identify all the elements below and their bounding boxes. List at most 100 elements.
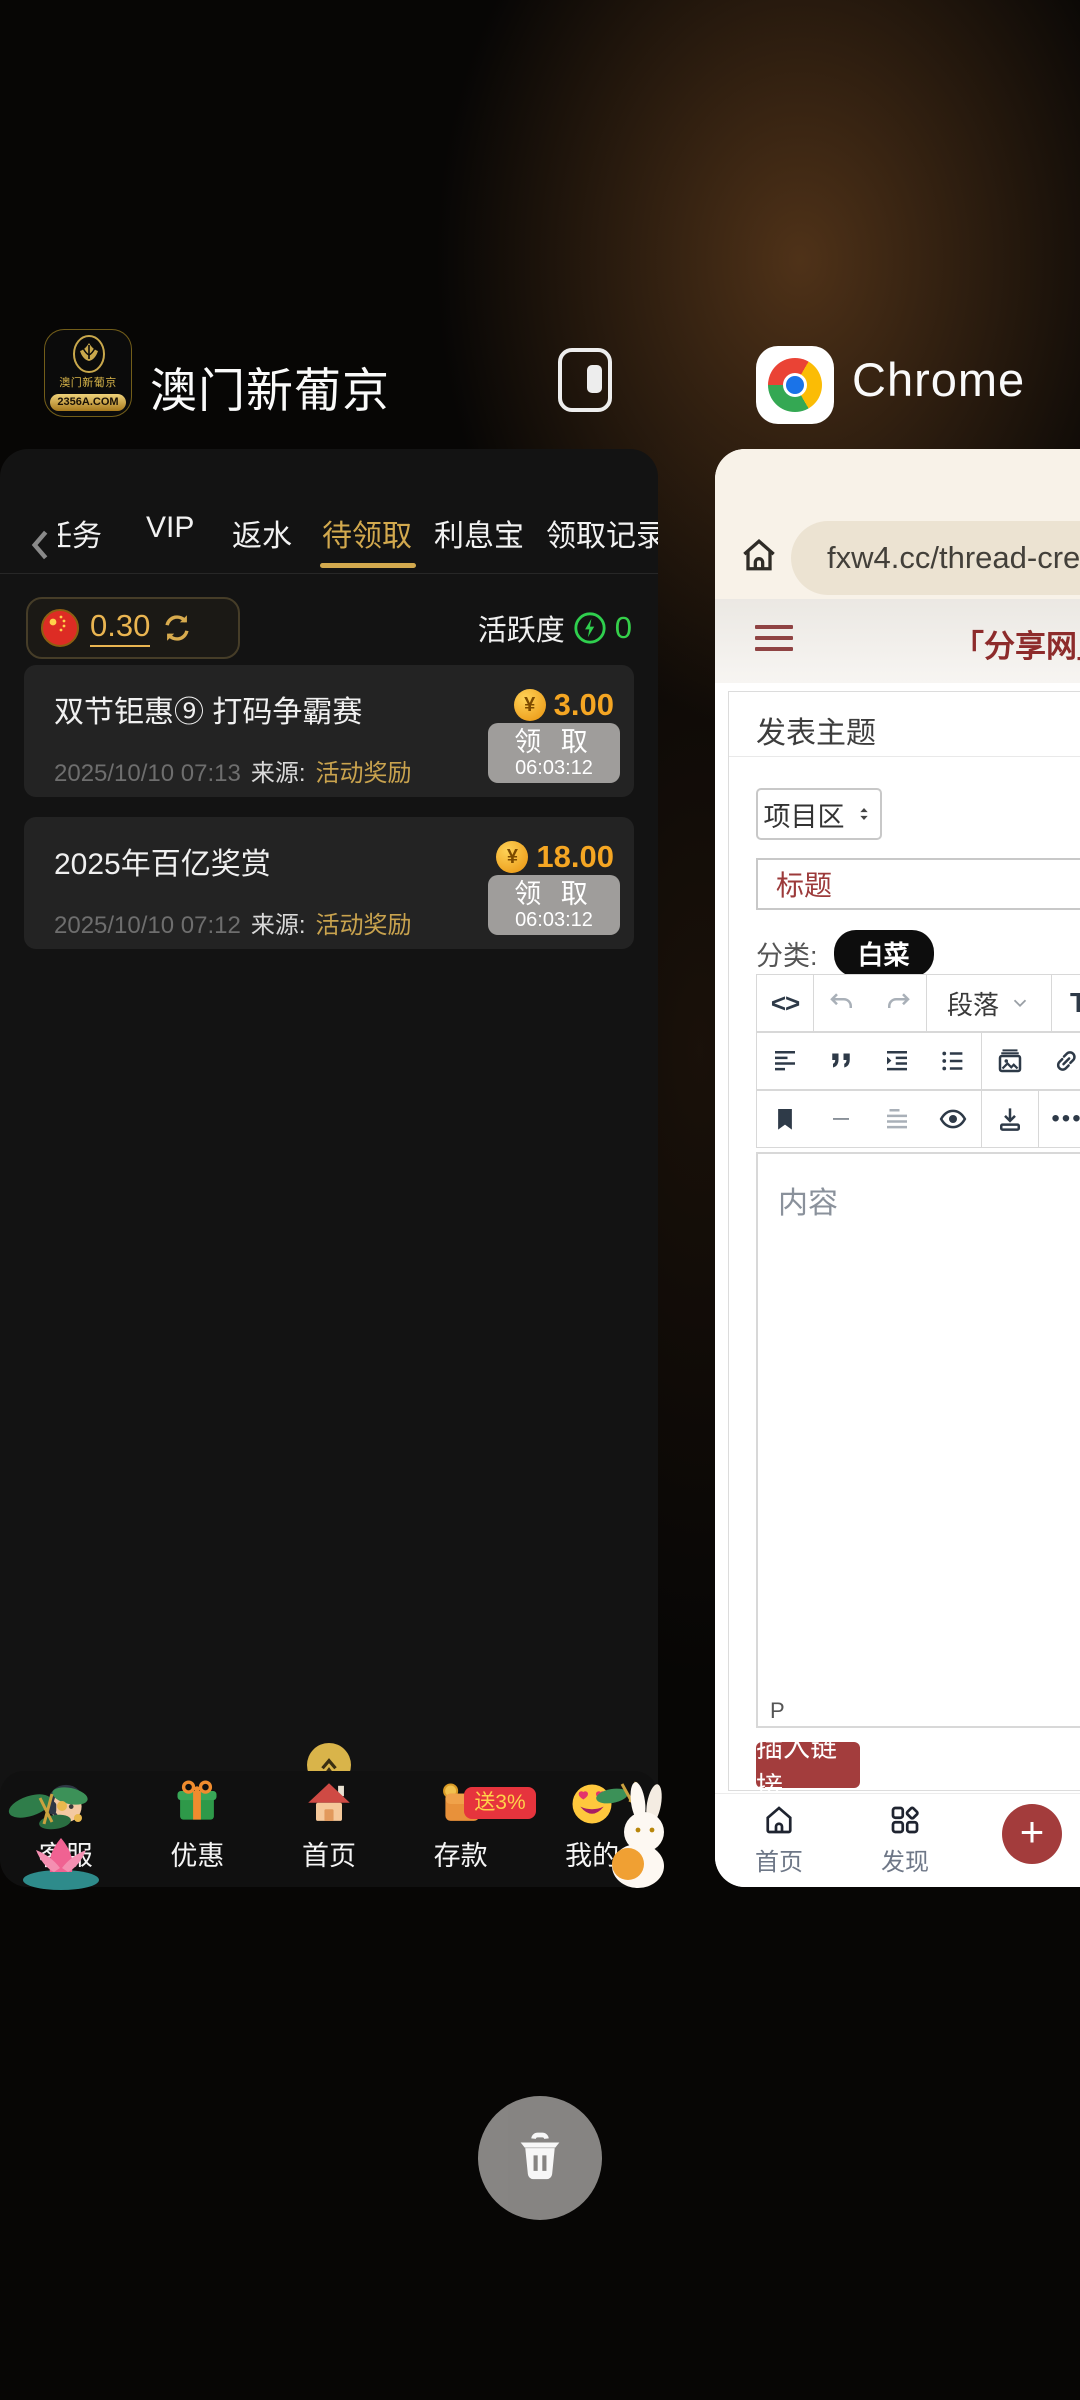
balance-pill[interactable]: 0.30 [26,597,240,659]
detail-list-button[interactable] [869,1091,925,1147]
casino-task-card[interactable]: 任务 VIP 返水 待领取 利息宝 领取记录 0.30 活跃度 [0,449,658,1887]
site-nav-home[interactable]: 首页 [734,1802,824,1877]
tab-dailingqu-active[interactable]: 待领取 [322,511,412,555]
url-text: fxw4.cc/thread-create [827,540,1080,576]
blockquote-button[interactable] [813,1033,869,1089]
claim-button[interactable]: 领 取 06:03:12 [488,723,620,783]
reward-title: 双节钜惠⑨ 打码争霸赛 [54,687,362,731]
deposit-badge: 送3% [464,1787,536,1819]
gift-icon [171,1778,223,1830]
editor-toolbar-row1: <> 段落 T [756,974,1080,1032]
tab-lixibao[interactable]: 利息宝 [434,511,524,555]
section-header: 发表主题 [729,692,1080,757]
editor-toolbar-row2 [756,1032,1080,1090]
bullet-list-button[interactable] [925,1033,981,1089]
select-arrows-icon [853,803,875,825]
tab-vip[interactable]: VIP [146,511,194,545]
site-nav-discover[interactable]: 发现 [860,1802,950,1877]
cn-flag-icon [40,608,80,648]
claim-button[interactable]: 领 取 06:03:12 [488,875,620,935]
site-title: 「分享网」项 [953,621,1080,666]
title-input[interactable]: 标题 [756,858,1080,910]
reward-card: 2025年百亿奖赏 ¥ 18.00 2025/10/10 07:12 来源: 活… [24,817,634,949]
activity-row: 活跃度 0 [478,597,632,659]
browser-toolbar: fxw4.cc/thread-create [715,449,1080,599]
casino-app-icon[interactable]: 澳门新葡京 2356A.COM [44,329,132,417]
casino-app-icon-domain: 2356A.COM [50,394,126,411]
chrome-logo-icon [768,358,822,412]
new-post-fab[interactable]: + [1002,1804,1062,1864]
tab-fanshui[interactable]: 返水 [232,511,292,555]
category-label: 分类: [756,934,818,973]
chevron-down-icon [1009,992,1031,1014]
reward-source: 活动奖励 [316,905,412,940]
menu-icon[interactable] [755,625,793,658]
activity-value: 0 [615,610,632,646]
site-bottom-nav: 首页 发现 + [715,1793,1080,1887]
insert-link-icon-button[interactable] [1038,1033,1080,1089]
editor-toolbar-row3: — ••• [756,1090,1080,1148]
coin-icon: ¥ [496,841,528,873]
more-tools-button[interactable]: ••• [1039,1091,1080,1147]
code-view-button[interactable]: <> [757,975,813,1031]
reward-date: 2025/10/10 07:12 [54,912,241,940]
home-outline-icon [761,1802,797,1838]
activity-bolt-icon [573,611,607,645]
url-bar[interactable]: fxw4.cc/thread-create [791,521,1080,595]
chrome-app-icon[interactable] [756,346,834,424]
content-editor[interactable]: 内容 [756,1152,1080,1698]
claim-countdown: 06:03:12 [515,909,593,931]
reward-date: 2025/10/10 07:13 [54,760,241,788]
tab-lingqujilu[interactable]: 领取记录 [546,511,658,555]
undo-button[interactable] [814,975,870,1031]
chrome-app-title: Chrome [852,352,1025,407]
preview-eye-button[interactable] [925,1091,981,1147]
rabbit-decoration [592,1780,676,1890]
nav-item-shouye[interactable]: 首页 [263,1771,395,1887]
paragraph-style-dropdown[interactable]: 段落 [927,975,1051,1031]
split-screen-icon [587,365,602,393]
refresh-icon[interactable] [160,611,194,645]
insert-image-button[interactable] [982,1033,1038,1089]
bookmark-button[interactable] [757,1091,813,1147]
casino-app-icon-name: 澳门新葡京 [45,374,131,390]
split-screen-button[interactable] [558,348,612,412]
clear-all-button[interactable] [478,2096,602,2220]
activity-label: 活跃度 [478,607,565,649]
coin-icon: ¥ [514,689,546,721]
casino-app-title: 澳门新葡京 [150,352,390,421]
category-row: 分类: 白菜 [756,930,934,977]
category-pill[interactable]: 白菜 [834,930,934,977]
recents-screen: 澳门新葡京 2356A.COM 澳门新葡京 Chrome 任务 VIP 返水 待… [0,0,1080,2400]
insert-link-button[interactable]: 插入链接 [756,1742,860,1788]
active-tab-underline [320,563,416,568]
reward-card: 双节钜惠⑨ 打码争霸赛 ¥ 3.00 2025/10/10 07:13 来源: … [24,665,634,797]
align-left-button[interactable] [757,1033,813,1089]
chrome-task-card[interactable]: fxw4.cc/thread-create 「分享网」项 发表主题 项目区 标题 [715,449,1080,1887]
home-icon[interactable] [737,533,781,577]
trash-icon [509,2127,571,2189]
grid-icon [887,1802,923,1838]
forum-select[interactable]: 项目区 [756,788,882,840]
title-placeholder: 标题 [776,864,832,904]
reward-amount: 18.00 [536,839,614,875]
indent-button[interactable] [869,1033,925,1089]
balance-value: 0.30 [90,609,150,647]
claim-countdown: 06:03:12 [515,757,593,779]
content-placeholder: 内容 [778,1178,838,1222]
home-house-icon [303,1778,355,1830]
text-format-button[interactable]: T [1052,975,1080,1031]
lotus-emblem-icon [71,335,107,373]
lotus-decoration [6,1832,116,1890]
horizontal-rule-button[interactable]: — [813,1091,869,1147]
nav-item-youhui[interactable]: 优惠 [132,1771,264,1887]
site-header: 「分享网」项 [715,599,1080,683]
reward-source: 活动奖励 [316,753,412,788]
redo-button[interactable] [870,975,926,1031]
post-form-panel: 发表主题 项目区 标题 分类: 白菜 <> [728,691,1080,1791]
reward-amount: 3.00 [554,687,614,723]
download-button[interactable] [982,1091,1038,1147]
reward-source-label: 来源: [251,753,306,788]
tab-renwu[interactable]: 任务 [58,511,110,555]
section-title: 发表主题 [756,708,876,752]
